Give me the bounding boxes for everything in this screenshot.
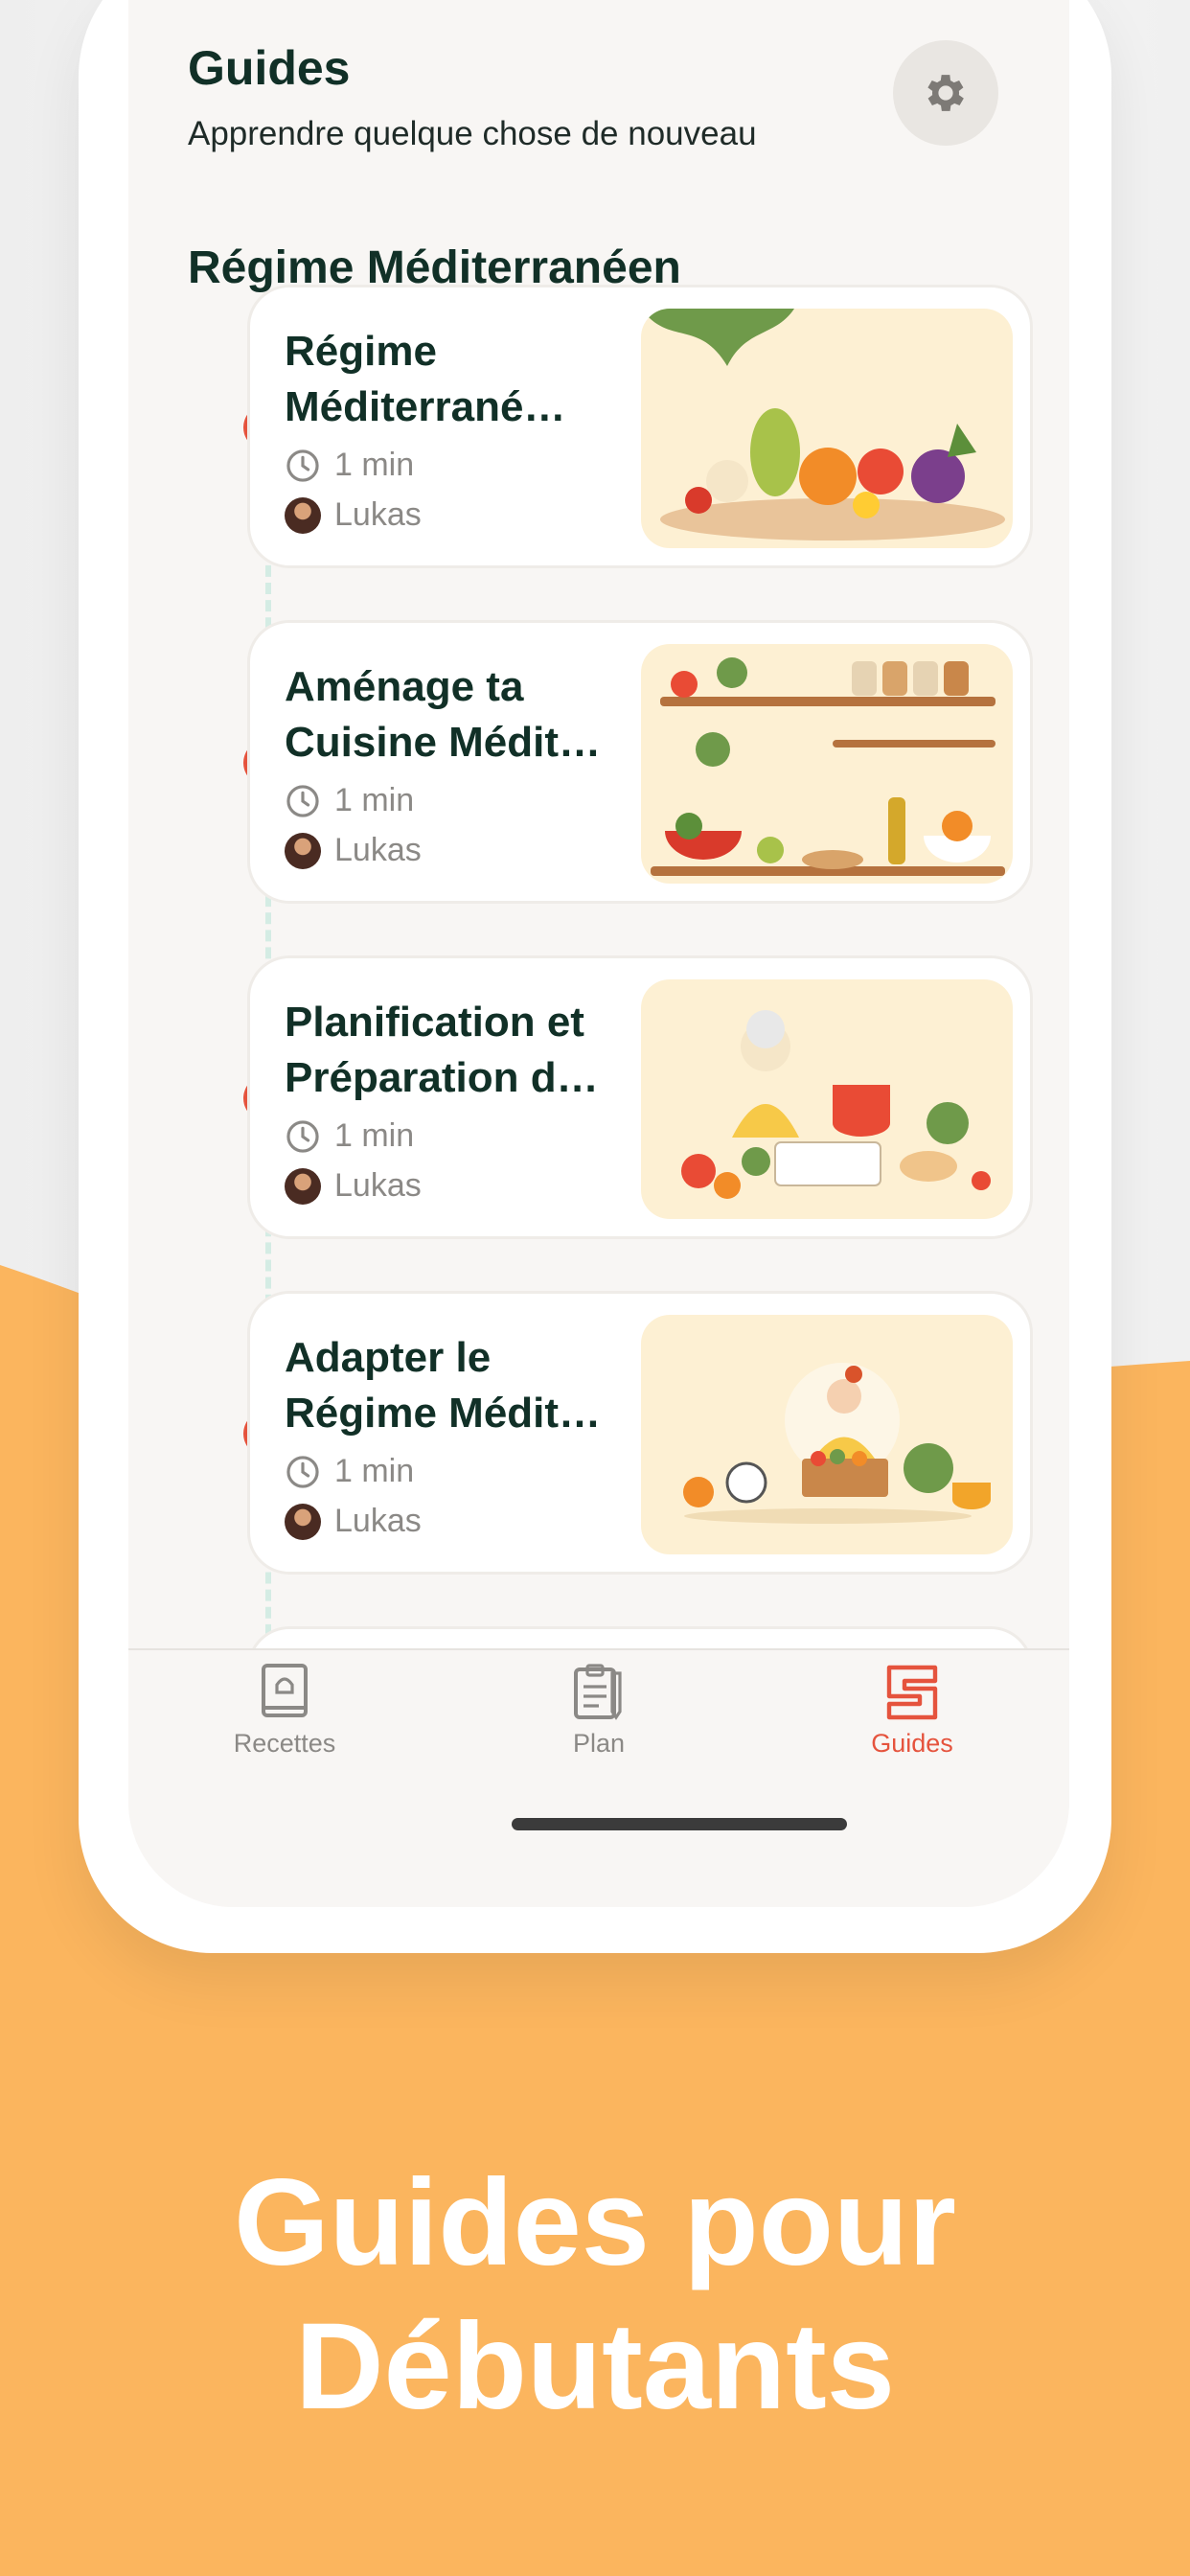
plan-clipboard-icon [574,1664,622,1720]
gear-icon [927,75,964,111]
promo-line-2: Débutants [295,2298,895,2435]
guide-card-title: Planification et Préparation d… [285,995,639,1106]
guide-card-title: Régime Méditerrané… [285,324,639,435]
guide-thumbnail [641,1315,1013,1554]
clock-icon [286,1455,319,1488]
duration-text: 1 min [334,447,415,483]
guide-title-line: Régime Médit… [285,1390,602,1437]
duration-text: 1 min [334,782,415,818]
guides-logo-icon [886,1665,938,1720]
tab-label: Plan [572,1729,626,1758]
duration-text: 1 min [334,1117,415,1154]
guide-card[interactable]: Aménage ta Cuisine Médit… 1 min Lukas [247,620,1033,904]
guide-title-line: Méditerrané… [285,383,566,430]
tab-guides[interactable]: Guides [816,1662,1008,1759]
guide-title-line: Cuisine Médit… [285,719,602,766]
promo-headline: Guides pour Débutants [0,2151,1190,2439]
guide-thumbnail [641,979,1013,1219]
guide-card-title: Adapter le Régime Médit… [285,1330,639,1441]
tab-bar: Recettes Plan Guides [128,1648,1069,1907]
promo-line-1: Guides pour [234,2154,956,2291]
author-row: Lukas [285,1503,422,1540]
duration-row: 1 min [285,447,414,484]
guide-title-line: Préparation d… [285,1054,599,1101]
page-subtitle: Apprendre quelque chose de nouveau [188,115,757,152]
duration-row: 1 min [285,1117,414,1155]
phone-frame: Guides Apprendre quelque chose de nouvea… [79,0,1111,1953]
author-name: Lukas [334,1503,422,1539]
duration-row: 1 min [285,1453,414,1490]
avatar [285,1503,321,1540]
cookbook-icon [262,1664,308,1717]
author-name: Lukas [334,496,422,533]
tab-recettes[interactable]: Recettes [189,1662,380,1759]
author-name: Lukas [334,1167,422,1204]
guide-title-line: Régime [285,328,437,375]
duration-row: 1 min [285,782,414,819]
guide-card-title: Aménage ta Cuisine Médit… [285,659,639,770]
app-screen: Guides Apprendre quelque chose de nouvea… [128,0,1069,1907]
guide-title-line: Adapter le [285,1334,492,1381]
guide-title-line: Planification et [285,999,584,1046]
home-indicator[interactable] [512,1818,847,1830]
author-row: Lukas [285,496,422,534]
settings-button[interactable] [893,40,998,146]
guide-thumbnail [641,644,1013,884]
guide-card[interactable]: Planification et Préparation d… 1 min Lu… [247,955,1033,1239]
author-name: Lukas [334,832,422,868]
tab-plan[interactable]: Plan [503,1662,695,1759]
clock-icon [286,1119,319,1153]
guide-thumbnail [641,309,1013,548]
tab-label: Recettes [233,1729,336,1758]
guide-card[interactable]: Régime Méditerrané… 1 min Lukas [247,285,1033,568]
page-title: Guides [188,41,351,95]
avatar [285,496,321,534]
avatar [285,832,321,869]
author-row: Lukas [285,1167,422,1205]
duration-text: 1 min [334,1453,415,1489]
guide-card[interactable]: Adapter le Régime Médit… 1 min Lukas [247,1291,1033,1575]
avatar [285,1167,321,1205]
clock-icon [286,784,319,817]
tab-label: Guides [871,1729,953,1758]
guide-title-line: Aménage ta [285,663,524,710]
author-row: Lukas [285,832,422,869]
clock-icon [286,448,319,482]
